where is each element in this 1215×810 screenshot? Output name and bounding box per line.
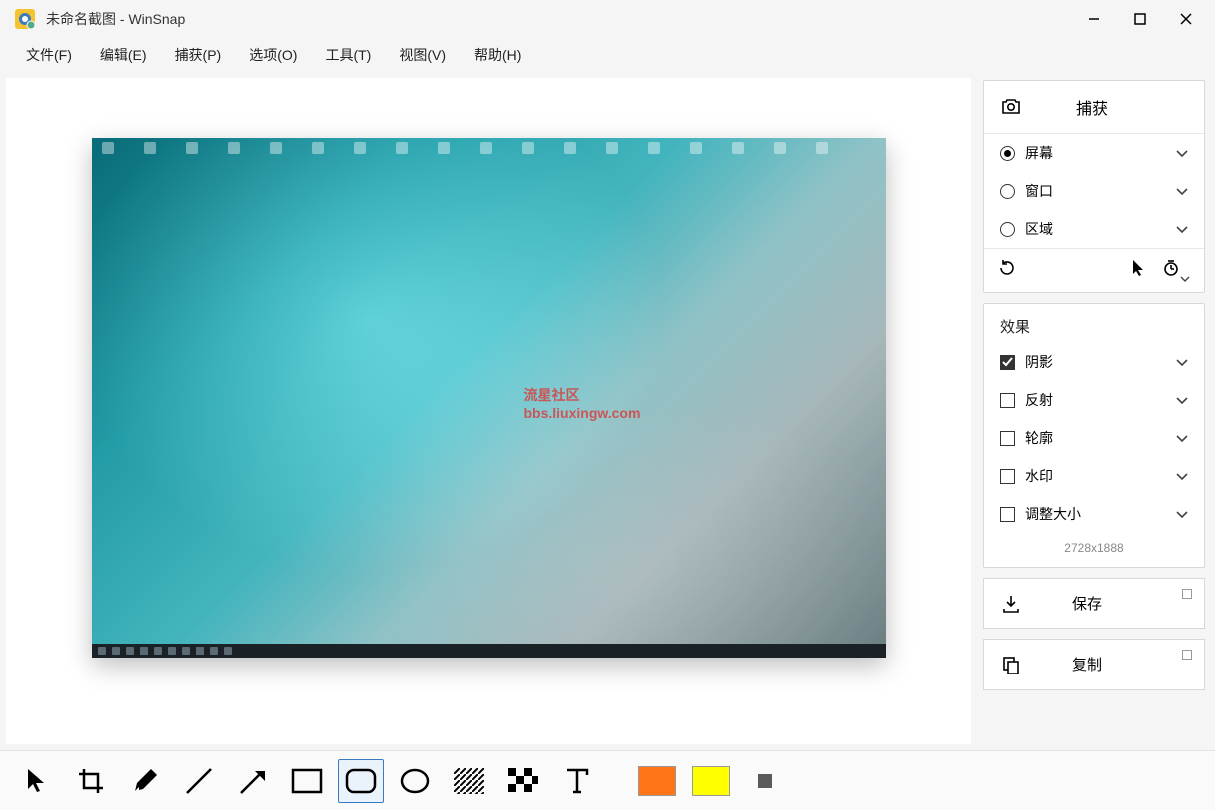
radio-icon — [1000, 184, 1015, 199]
checkbox-icon — [1000, 431, 1015, 446]
blur-tool[interactable] — [446, 759, 492, 803]
effect-shadow-label: 阴影 — [1025, 352, 1176, 372]
capture-panel-header: 捕获 — [984, 81, 1204, 134]
capture-screen-option[interactable]: 屏幕 — [984, 134, 1204, 172]
chevron-down-icon[interactable] — [1176, 392, 1188, 408]
chevron-down-icon[interactable] — [1176, 468, 1188, 484]
copy-label: 复制 — [1060, 654, 1188, 675]
checkbox-icon — [1000, 469, 1015, 484]
line-tool[interactable] — [176, 759, 222, 803]
effect-resize-option[interactable]: 调整大小 — [984, 495, 1204, 533]
chevron-down-icon[interactable] — [1176, 183, 1188, 199]
capture-panel: 捕获 屏幕 窗口 区域 — [983, 80, 1205, 293]
select-tool[interactable] — [14, 759, 60, 803]
effect-reflection-label: 反射 — [1025, 390, 1176, 410]
save-panel: 保存 — [983, 578, 1205, 629]
redo-capture-button[interactable] — [998, 259, 1016, 282]
pixelate-tool[interactable] — [500, 759, 546, 803]
effect-watermark-label: 水印 — [1025, 466, 1176, 486]
menu-options[interactable]: 选项(O) — [235, 39, 311, 71]
delay-button[interactable] — [1162, 259, 1190, 282]
watermark-line1: 流星社区 — [524, 386, 641, 404]
app-icon — [14, 8, 36, 30]
save-label: 保存 — [1060, 593, 1188, 614]
radio-checked-icon — [1000, 146, 1015, 161]
window-title: 未命名截图 - WinSnap — [46, 9, 1071, 29]
effect-reflection-option[interactable]: 反射 — [984, 381, 1204, 419]
arrow-tool[interactable] — [230, 759, 276, 803]
color-primary[interactable] — [634, 759, 680, 803]
checkbox-checked-icon — [1000, 355, 1015, 370]
capture-region-label: 区域 — [1025, 219, 1176, 239]
chevron-down-icon[interactable] — [1176, 354, 1188, 370]
capture-window-option[interactable]: 窗口 — [984, 172, 1204, 210]
capture-window-label: 窗口 — [1025, 181, 1176, 201]
crop-tool[interactable] — [68, 759, 114, 803]
capture-title: 捕获 — [1056, 95, 1188, 119]
close-button[interactable] — [1163, 3, 1209, 35]
effects-title: 效果 — [984, 304, 1204, 343]
watermark-overlay: 流星社区 bbs.liuxingw.com — [524, 386, 641, 422]
sidebar: 捕获 屏幕 窗口 区域 — [977, 72, 1215, 750]
titlebar: 未命名截图 - WinSnap — [0, 0, 1215, 38]
effects-panel: 效果 阴影 反射 轮廓 水印 调 — [983, 303, 1205, 568]
checkbox-icon — [1000, 507, 1015, 522]
menubar: 文件(F) 编辑(E) 捕获(P) 选项(O) 工具(T) 视图(V) 帮助(H… — [0, 38, 1215, 72]
pen-tool[interactable] — [122, 759, 168, 803]
canvas-area[interactable]: 流星社区 bbs.liuxingw.com — [6, 78, 971, 744]
rectangle-tool[interactable] — [284, 759, 330, 803]
copy-button[interactable]: 复制 — [984, 640, 1204, 689]
color-secondary[interactable] — [688, 759, 734, 803]
copy-icon — [1000, 656, 1022, 674]
effect-outline-label: 轮廓 — [1025, 428, 1176, 448]
menu-tools[interactable]: 工具(T) — [311, 39, 385, 71]
minimize-button[interactable] — [1071, 3, 1117, 35]
chevron-down-icon[interactable] — [1176, 145, 1188, 161]
screenshot-preview: 流星社区 bbs.liuxingw.com — [92, 138, 886, 658]
rounded-rect-tool[interactable] — [338, 759, 384, 803]
camera-icon — [1000, 99, 1022, 115]
menu-file[interactable]: 文件(F) — [12, 39, 86, 71]
maximize-button[interactable] — [1117, 3, 1163, 35]
options-indicator[interactable] — [1182, 589, 1192, 599]
save-button[interactable]: 保存 — [984, 579, 1204, 628]
text-tool[interactable] — [554, 759, 600, 803]
menu-help[interactable]: 帮助(H) — [460, 39, 535, 71]
capture-region-option[interactable]: 区域 — [984, 210, 1204, 248]
download-icon — [1000, 595, 1022, 613]
capture-screen-label: 屏幕 — [1025, 143, 1176, 163]
watermark-line2: bbs.liuxingw.com — [524, 404, 641, 422]
menu-edit[interactable]: 编辑(E) — [86, 39, 161, 71]
size-indicator[interactable] — [742, 759, 788, 803]
effect-outline-option[interactable]: 轮廓 — [984, 419, 1204, 457]
chevron-down-icon[interactable] — [1176, 430, 1188, 446]
radio-icon — [1000, 222, 1015, 237]
options-indicator[interactable] — [1182, 650, 1192, 660]
image-dimensions: 2728x1888 — [984, 533, 1204, 567]
menu-capture[interactable]: 捕获(P) — [161, 39, 236, 71]
bottom-toolbar — [0, 750, 1215, 810]
cursor-toggle-button[interactable] — [1132, 259, 1146, 282]
effect-shadow-option[interactable]: 阴影 — [984, 343, 1204, 381]
copy-panel: 复制 — [983, 639, 1205, 690]
menu-view[interactable]: 视图(V) — [385, 39, 460, 71]
effect-resize-label: 调整大小 — [1025, 504, 1176, 524]
chevron-down-icon[interactable] — [1176, 506, 1188, 522]
ellipse-tool[interactable] — [392, 759, 438, 803]
checkbox-icon — [1000, 393, 1015, 408]
chevron-down-icon[interactable] — [1176, 221, 1188, 237]
effect-watermark-option[interactable]: 水印 — [984, 457, 1204, 495]
